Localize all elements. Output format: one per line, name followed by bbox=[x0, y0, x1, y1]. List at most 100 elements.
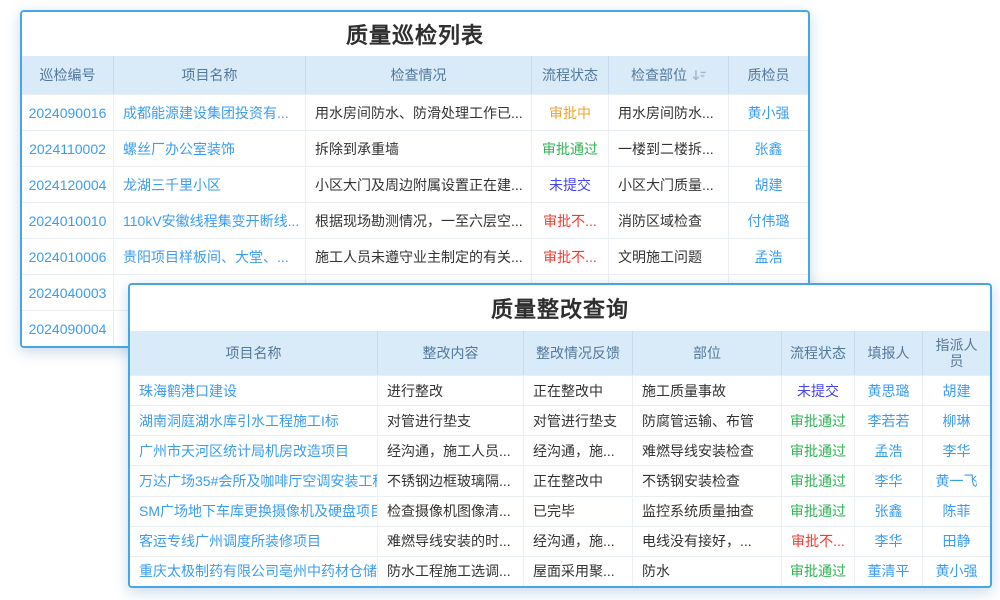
inspection-location-cell: 文明施工问题 bbox=[609, 239, 729, 274]
inspection-id-link[interactable]: 2024010010 bbox=[22, 203, 114, 238]
assignee-link[interactable]: 黄一飞 bbox=[923, 466, 990, 495]
inspection-id-link[interactable]: 2024010006 bbox=[22, 239, 114, 274]
process-status-badge: 审批通过 bbox=[782, 557, 855, 586]
quality-inspector-link[interactable]: 胡建 bbox=[729, 167, 808, 202]
column-header-inspection-id: 巡检编号 bbox=[22, 56, 114, 94]
assignee-link[interactable]: 李华 bbox=[923, 436, 990, 465]
project-name-link[interactable]: 成都能源建设集团投资有... bbox=[114, 95, 306, 130]
process-status-badge: 审批中 bbox=[532, 95, 609, 130]
quality-inspector-link[interactable]: 付伟璐 bbox=[729, 203, 808, 238]
column-header-project-name: 项目名称 bbox=[114, 56, 306, 94]
inspection-location-cell: 用水房间防水... bbox=[609, 95, 729, 130]
reporter-link[interactable]: 李若若 bbox=[855, 406, 923, 435]
inspection-id-link[interactable]: 2024110002 bbox=[22, 131, 114, 166]
assignee-link[interactable]: 黄小强 bbox=[923, 557, 990, 586]
column-header-inspection-situation: 检查情况 bbox=[306, 56, 532, 94]
column-header-inspection-location[interactable]: 检查部位 bbox=[609, 56, 729, 94]
inspection-location-cell: 小区大门质量... bbox=[609, 167, 729, 202]
assignee-link[interactable]: 柳琳 bbox=[923, 406, 990, 435]
project-name-link[interactable]: 螺丝厂办公室装饰 bbox=[114, 131, 306, 166]
project-name-link[interactable]: 广州市天河区统计局机房改造项目 bbox=[130, 436, 378, 465]
part-cell: 难燃导线安装检查 bbox=[633, 436, 782, 465]
reporter-link[interactable]: 董清平 bbox=[855, 557, 923, 586]
inspection-situation-cell: 小区大门及周边附属设置正在建... bbox=[306, 167, 532, 202]
reporter-link[interactable]: 孟浩 bbox=[855, 436, 923, 465]
rectification-content-cell: 对管进行垫支 bbox=[378, 406, 524, 435]
column-header-reporter: 填报人 bbox=[855, 331, 923, 375]
rectification-content-cell: 难燃导线安装的时... bbox=[378, 527, 524, 556]
column-header-project-name: 项目名称 bbox=[130, 331, 378, 375]
column-header-process-status: 流程状态 bbox=[532, 56, 609, 94]
rectification-content-cell: 不锈钢边框玻璃隔... bbox=[378, 466, 524, 495]
project-name-link[interactable]: 万达广场35#会所及咖啡厅空调安装工程 bbox=[130, 466, 378, 495]
part-cell: 施工质量事故 bbox=[633, 376, 782, 405]
process-status-badge: 审批不... bbox=[532, 239, 609, 274]
quality-inspector-link[interactable]: 黄小强 bbox=[729, 95, 808, 130]
column-header-rectification-content: 整改内容 bbox=[378, 331, 524, 375]
rectification-feedback-cell: 经沟通，施... bbox=[524, 527, 633, 556]
project-name-link[interactable]: 110kV安徽线程集变开断线... bbox=[114, 203, 306, 238]
inspection-id-link[interactable]: 2024040003 bbox=[22, 275, 114, 310]
assignee-link[interactable]: 陈菲 bbox=[923, 497, 990, 526]
inspection-id-link[interactable]: 2024090004 bbox=[22, 311, 114, 346]
rectification-table-row: 重庆太极制药有限公司亳州中药材仓储物流 防水工程施工选调... 屋面采用聚...… bbox=[130, 556, 990, 586]
inspection-table-row: 2024010006 贵阳项目样板间、大堂、... 施工人员未遵守业主制定的有关… bbox=[22, 238, 808, 274]
part-cell: 电线没有接好，... bbox=[633, 527, 782, 556]
project-name-link[interactable]: SM广场地下车库更换摄像机及硬盘项目 bbox=[130, 497, 378, 526]
inspection-location-cell: 一楼到二楼拆... bbox=[609, 131, 729, 166]
project-name-link[interactable]: 湖南洞庭湖水库引水工程施工I标 bbox=[130, 406, 378, 435]
process-status-badge: 审批通过 bbox=[532, 131, 609, 166]
rectification-query-title: 质量整改查询 bbox=[130, 285, 990, 331]
column-header-quality-inspector: 质检员 bbox=[729, 56, 808, 94]
column-header-inspection-location-label: 检查部位 bbox=[631, 67, 687, 83]
rectification-table-row: 万达广场35#会所及咖啡厅空调安装工程 不锈钢边框玻璃隔... 正在整改中 不锈… bbox=[130, 465, 990, 495]
rectification-table-row: 湖南洞庭湖水库引水工程施工I标 对管进行垫支 对管进行垫支 防腐管运输、布管 审… bbox=[130, 405, 990, 435]
process-status-badge: 未提交 bbox=[782, 376, 855, 405]
rectification-feedback-cell: 对管进行垫支 bbox=[524, 406, 633, 435]
inspection-list-title: 质量巡检列表 bbox=[22, 12, 808, 56]
project-name-link[interactable]: 贵阳项目样板间、大堂、... bbox=[114, 239, 306, 274]
column-header-rectification-feedback: 整改情况反馈 bbox=[524, 331, 633, 375]
rectification-content-cell: 检查摄像机图像清... bbox=[378, 497, 524, 526]
rectification-feedback-cell: 已完毕 bbox=[524, 497, 633, 526]
process-status-badge: 审批通过 bbox=[782, 497, 855, 526]
process-status-badge: 审批通过 bbox=[782, 436, 855, 465]
part-cell: 防腐管运输、布管 bbox=[633, 406, 782, 435]
inspection-id-link[interactable]: 2024090016 bbox=[22, 95, 114, 130]
project-name-link[interactable]: 珠海鹤港口建设 bbox=[130, 376, 378, 405]
rectification-feedback-cell: 经沟通，施... bbox=[524, 436, 633, 465]
assignee-link[interactable]: 胡建 bbox=[923, 376, 990, 405]
rectification-content-cell: 进行整改 bbox=[378, 376, 524, 405]
quality-inspector-link[interactable]: 孟浩 bbox=[729, 239, 808, 274]
inspection-table-row: 2024010010 110kV安徽线程集变开断线... 根据现场勘测情况，一至… bbox=[22, 202, 808, 238]
rectification-feedback-cell: 正在整改中 bbox=[524, 466, 633, 495]
inspection-location-cell: 消防区域检查 bbox=[609, 203, 729, 238]
rectification-query-card: 质量整改查询 项目名称 整改内容 整改情况反馈 部位 流程状态 填报人 指派人员… bbox=[128, 283, 992, 588]
process-status-badge: 未提交 bbox=[532, 167, 609, 202]
process-status-badge: 审批通过 bbox=[782, 466, 855, 495]
column-header-part: 部位 bbox=[633, 331, 782, 375]
reporter-link[interactable]: 张鑫 bbox=[855, 497, 923, 526]
reporter-link[interactable]: 黄思璐 bbox=[855, 376, 923, 405]
rectification-content-cell: 防水工程施工选调... bbox=[378, 557, 524, 586]
process-status-badge: 审批不... bbox=[532, 203, 609, 238]
project-name-link[interactable]: 龙湖三千里小区 bbox=[114, 167, 306, 202]
sort-descending-icon[interactable] bbox=[692, 69, 706, 82]
quality-inspector-link[interactable]: 张鑫 bbox=[729, 131, 808, 166]
inspection-table-row: 2024090016 成都能源建设集团投资有... 用水房间防水、防滑处理工作已… bbox=[22, 94, 808, 130]
part-cell: 防水 bbox=[633, 557, 782, 586]
inspection-id-link[interactable]: 2024120004 bbox=[22, 167, 114, 202]
inspection-table-row: 2024110002 螺丝厂办公室装饰 拆除到承重墙 审批通过 一楼到二楼拆..… bbox=[22, 130, 808, 166]
column-header-process-status: 流程状态 bbox=[782, 331, 855, 375]
assignee-link[interactable]: 田静 bbox=[923, 527, 990, 556]
inspection-list-header: 巡检编号 项目名称 检查情况 流程状态 检查部位 质检员 bbox=[22, 56, 808, 94]
part-cell: 不锈钢安装检查 bbox=[633, 466, 782, 495]
rectification-table-row: 广州市天河区统计局机房改造项目 经沟通，施工人员... 经沟通，施... 难燃导… bbox=[130, 435, 990, 465]
project-name-link[interactable]: 重庆太极制药有限公司亳州中药材仓储物流 bbox=[130, 557, 378, 586]
project-name-link[interactable]: 客运专线广州调度所装修项目 bbox=[130, 527, 378, 556]
rectification-query-header: 项目名称 整改内容 整改情况反馈 部位 流程状态 填报人 指派人员 bbox=[130, 331, 990, 375]
reporter-link[interactable]: 李华 bbox=[855, 527, 923, 556]
column-header-assignee: 指派人员 bbox=[923, 331, 990, 375]
reporter-link[interactable]: 李华 bbox=[855, 466, 923, 495]
inspection-table-row: 2024120004 龙湖三千里小区 小区大门及周边附属设置正在建... 未提交… bbox=[22, 166, 808, 202]
